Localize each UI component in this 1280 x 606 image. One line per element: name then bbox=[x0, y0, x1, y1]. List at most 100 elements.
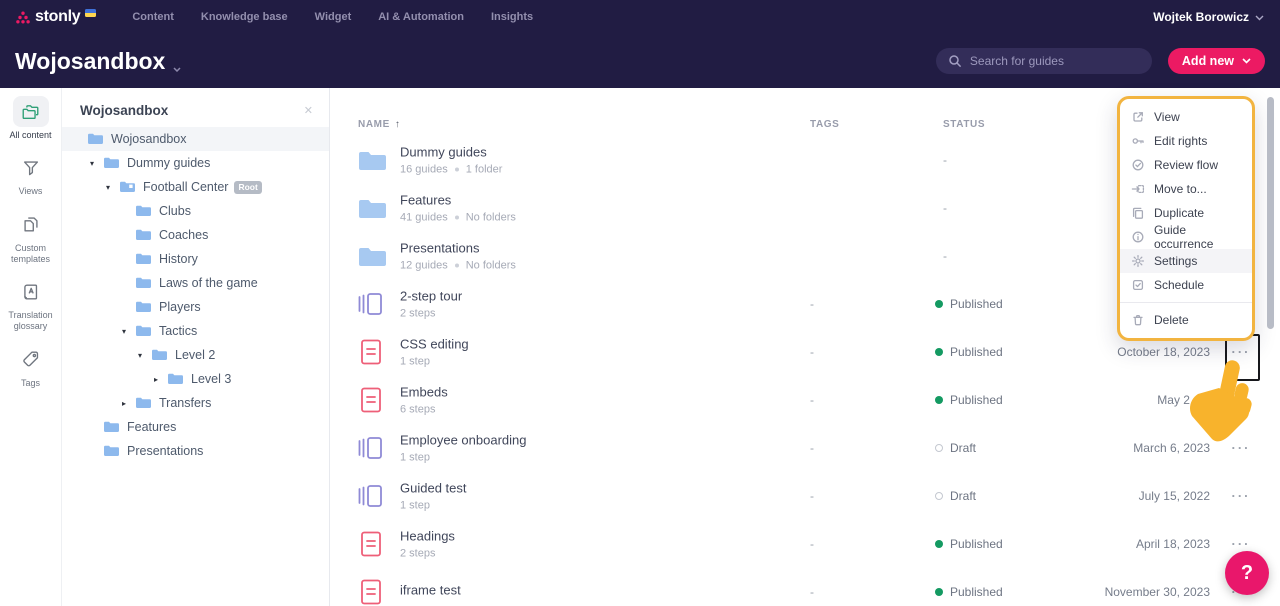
tree-item-label: Clubs bbox=[159, 204, 191, 218]
rail-item-all-content[interactable]: All content bbox=[2, 96, 60, 141]
tree-item-level-2[interactable]: ▾Level 2 bbox=[62, 343, 329, 367]
tree-item-label: Features bbox=[127, 420, 176, 434]
status-dot-icon bbox=[935, 540, 943, 548]
caret-right-icon[interactable]: ▸ bbox=[122, 399, 136, 408]
tree-item-label: Players bbox=[159, 300, 201, 314]
nav-item-knowledge-base[interactable]: Knowledge base bbox=[201, 11, 288, 23]
menu-item-settings[interactable]: Settings bbox=[1120, 249, 1252, 273]
tree-item-clubs[interactable]: Clubs bbox=[62, 199, 329, 223]
menu-item-move-to[interactable]: Move to... bbox=[1120, 177, 1252, 201]
table-row-guided-test[interactable]: Guided test1 step-DraftJuly 15, 2022··· bbox=[330, 472, 1280, 520]
row-title[interactable]: Features bbox=[400, 193, 516, 208]
user-menu[interactable]: Wojtek Borowicz bbox=[1153, 10, 1264, 24]
caret-down-icon[interactable]: ▾ bbox=[106, 183, 120, 192]
row-date: May 2, 20 bbox=[1157, 393, 1210, 407]
tree-item-history[interactable]: History bbox=[62, 247, 329, 271]
row-actions-button[interactable]: ··· bbox=[1228, 537, 1254, 552]
row-title[interactable]: iframe test bbox=[400, 583, 461, 598]
tree-item-label: Level 3 bbox=[191, 372, 231, 386]
rail-item-label: Views bbox=[19, 186, 43, 197]
chevron-down-icon bbox=[1255, 10, 1264, 24]
row-actions-button[interactable]: ··· bbox=[1228, 393, 1254, 408]
stonly-logo[interactable]: stonly bbox=[16, 8, 96, 26]
sort-ascending-icon: ↑ bbox=[395, 119, 401, 130]
caret-down-icon[interactable]: ▾ bbox=[90, 159, 104, 168]
tree-item-players[interactable]: Players bbox=[62, 295, 329, 319]
root-badge: Root bbox=[234, 181, 261, 194]
row-status: Draft bbox=[935, 489, 976, 503]
workspace-title[interactable]: Wojosandbox bbox=[15, 45, 181, 78]
folder-tree-panel: Wojosandbox ✕ Wojosandbox▾Dummy guides▾F… bbox=[62, 88, 330, 606]
row-actions-button[interactable]: ··· bbox=[1228, 441, 1254, 456]
row-title[interactable]: Headings bbox=[400, 529, 455, 544]
tree-item-football-center[interactable]: ▾Football CenterRoot bbox=[62, 175, 329, 199]
tree-item-wojosandbox[interactable]: Wojosandbox bbox=[62, 127, 329, 151]
tree-item-tactics[interactable]: ▾Tactics bbox=[62, 319, 329, 343]
row-status: Published bbox=[935, 345, 1003, 359]
rail-item-translation-glossary[interactable]: Translation glossary bbox=[2, 276, 60, 333]
nav-item-widget[interactable]: Widget bbox=[315, 11, 352, 23]
schedule-check-icon bbox=[1131, 278, 1145, 292]
tree-item-coaches[interactable]: Coaches bbox=[62, 223, 329, 247]
scrollbar[interactable] bbox=[1267, 97, 1274, 329]
caret-right-icon[interactable]: ▸ bbox=[154, 375, 168, 384]
row-title[interactable]: CSS editing bbox=[400, 337, 469, 352]
help-button[interactable]: ? bbox=[1225, 551, 1269, 595]
row-date: November 30, 2023 bbox=[1105, 585, 1210, 599]
key-icon bbox=[1131, 134, 1145, 148]
row-title[interactable]: Guided test bbox=[400, 481, 467, 496]
nav-item-insights[interactable]: Insights bbox=[491, 11, 533, 23]
article-guide-icon bbox=[358, 387, 384, 413]
stonly-logo-icon bbox=[16, 11, 30, 24]
duplicate-icon bbox=[1131, 206, 1145, 220]
row-title[interactable]: Employee onboarding bbox=[400, 433, 526, 448]
menu-item-duplicate[interactable]: Duplicate bbox=[1120, 201, 1252, 225]
tree-item-transfers[interactable]: ▸Transfers bbox=[62, 391, 329, 415]
row-tags: - bbox=[810, 393, 814, 407]
row-actions-button[interactable]: ··· bbox=[1228, 489, 1254, 504]
table-row-iframe-test[interactable]: iframe test-PublishedNovember 30, 2023··… bbox=[330, 568, 1280, 606]
row-status: - bbox=[943, 201, 947, 215]
rail-item-label: Tags bbox=[21, 378, 40, 389]
caret-down-icon[interactable]: ▾ bbox=[138, 351, 152, 360]
rail-item-custom-templates[interactable]: Custom templates bbox=[2, 209, 60, 266]
row-title[interactable]: Presentations bbox=[400, 241, 516, 256]
menu-item-schedule[interactable]: Schedule bbox=[1120, 273, 1252, 297]
rail-item-tags[interactable]: Tags bbox=[2, 344, 60, 389]
search-input[interactable] bbox=[936, 48, 1152, 74]
menu-item-view[interactable]: View bbox=[1120, 105, 1252, 129]
tree-item-label: Wojosandbox bbox=[111, 132, 187, 146]
all-content-folders-icon bbox=[13, 96, 49, 127]
table-row-headings[interactable]: Headings2 steps-PublishedApril 18, 2023·… bbox=[330, 520, 1280, 568]
collapse-panel-icon[interactable]: ✕ bbox=[304, 104, 313, 117]
tree-item-label: Dummy guides bbox=[127, 156, 210, 170]
rail-item-views[interactable]: Views bbox=[2, 152, 60, 197]
caret-down-icon[interactable]: ▾ bbox=[122, 327, 136, 336]
row-date: April 18, 2023 bbox=[1136, 537, 1210, 551]
tree-item-label: Laws of the game bbox=[159, 276, 258, 290]
table-row-employee-onboarding[interactable]: Employee onboarding1 step-DraftMarch 6, … bbox=[330, 424, 1280, 472]
row-status: Published bbox=[935, 537, 1003, 551]
nav-item-ai-automation[interactable]: AI & Automation bbox=[378, 11, 464, 23]
menu-item-edit-rights[interactable]: Edit rights bbox=[1120, 129, 1252, 153]
folder-icon bbox=[168, 373, 183, 385]
row-date: March 6, 2023 bbox=[1133, 441, 1210, 455]
menu-item-delete[interactable]: Delete bbox=[1120, 308, 1252, 332]
row-title[interactable]: Dummy guides bbox=[400, 145, 502, 160]
tree-item-level-3[interactable]: ▸ Level 3 bbox=[62, 367, 329, 391]
tree-item-dummy-guides[interactable]: ▾ Dummy guides bbox=[62, 151, 329, 175]
menu-item-review-flow[interactable]: Review flow bbox=[1120, 153, 1252, 177]
menu-item-guide-occurrence[interactable]: Guide occurrence bbox=[1120, 225, 1252, 249]
nav-item-content[interactable]: Content bbox=[132, 11, 174, 23]
table-row-embeds[interactable]: Embeds6 steps-PublishedMay 2, 20··· bbox=[330, 376, 1280, 424]
tree-item-laws-of-the-game[interactable]: Laws of the game bbox=[62, 271, 329, 295]
add-new-button[interactable]: Add new bbox=[1168, 48, 1265, 74]
row-title[interactable]: Embeds bbox=[400, 385, 448, 400]
tree-item-features[interactable]: Features bbox=[62, 415, 329, 439]
tree-item-presentations[interactable]: Presentations bbox=[62, 439, 329, 463]
column-header-name[interactable]: NAME↑ bbox=[358, 119, 400, 130]
row-title[interactable]: 2-step tour bbox=[400, 289, 462, 304]
column-header-tags[interactable]: TAGS bbox=[810, 119, 839, 130]
column-header-status[interactable]: STATUS bbox=[943, 119, 985, 130]
user-name: Wojtek Borowicz bbox=[1153, 10, 1249, 24]
